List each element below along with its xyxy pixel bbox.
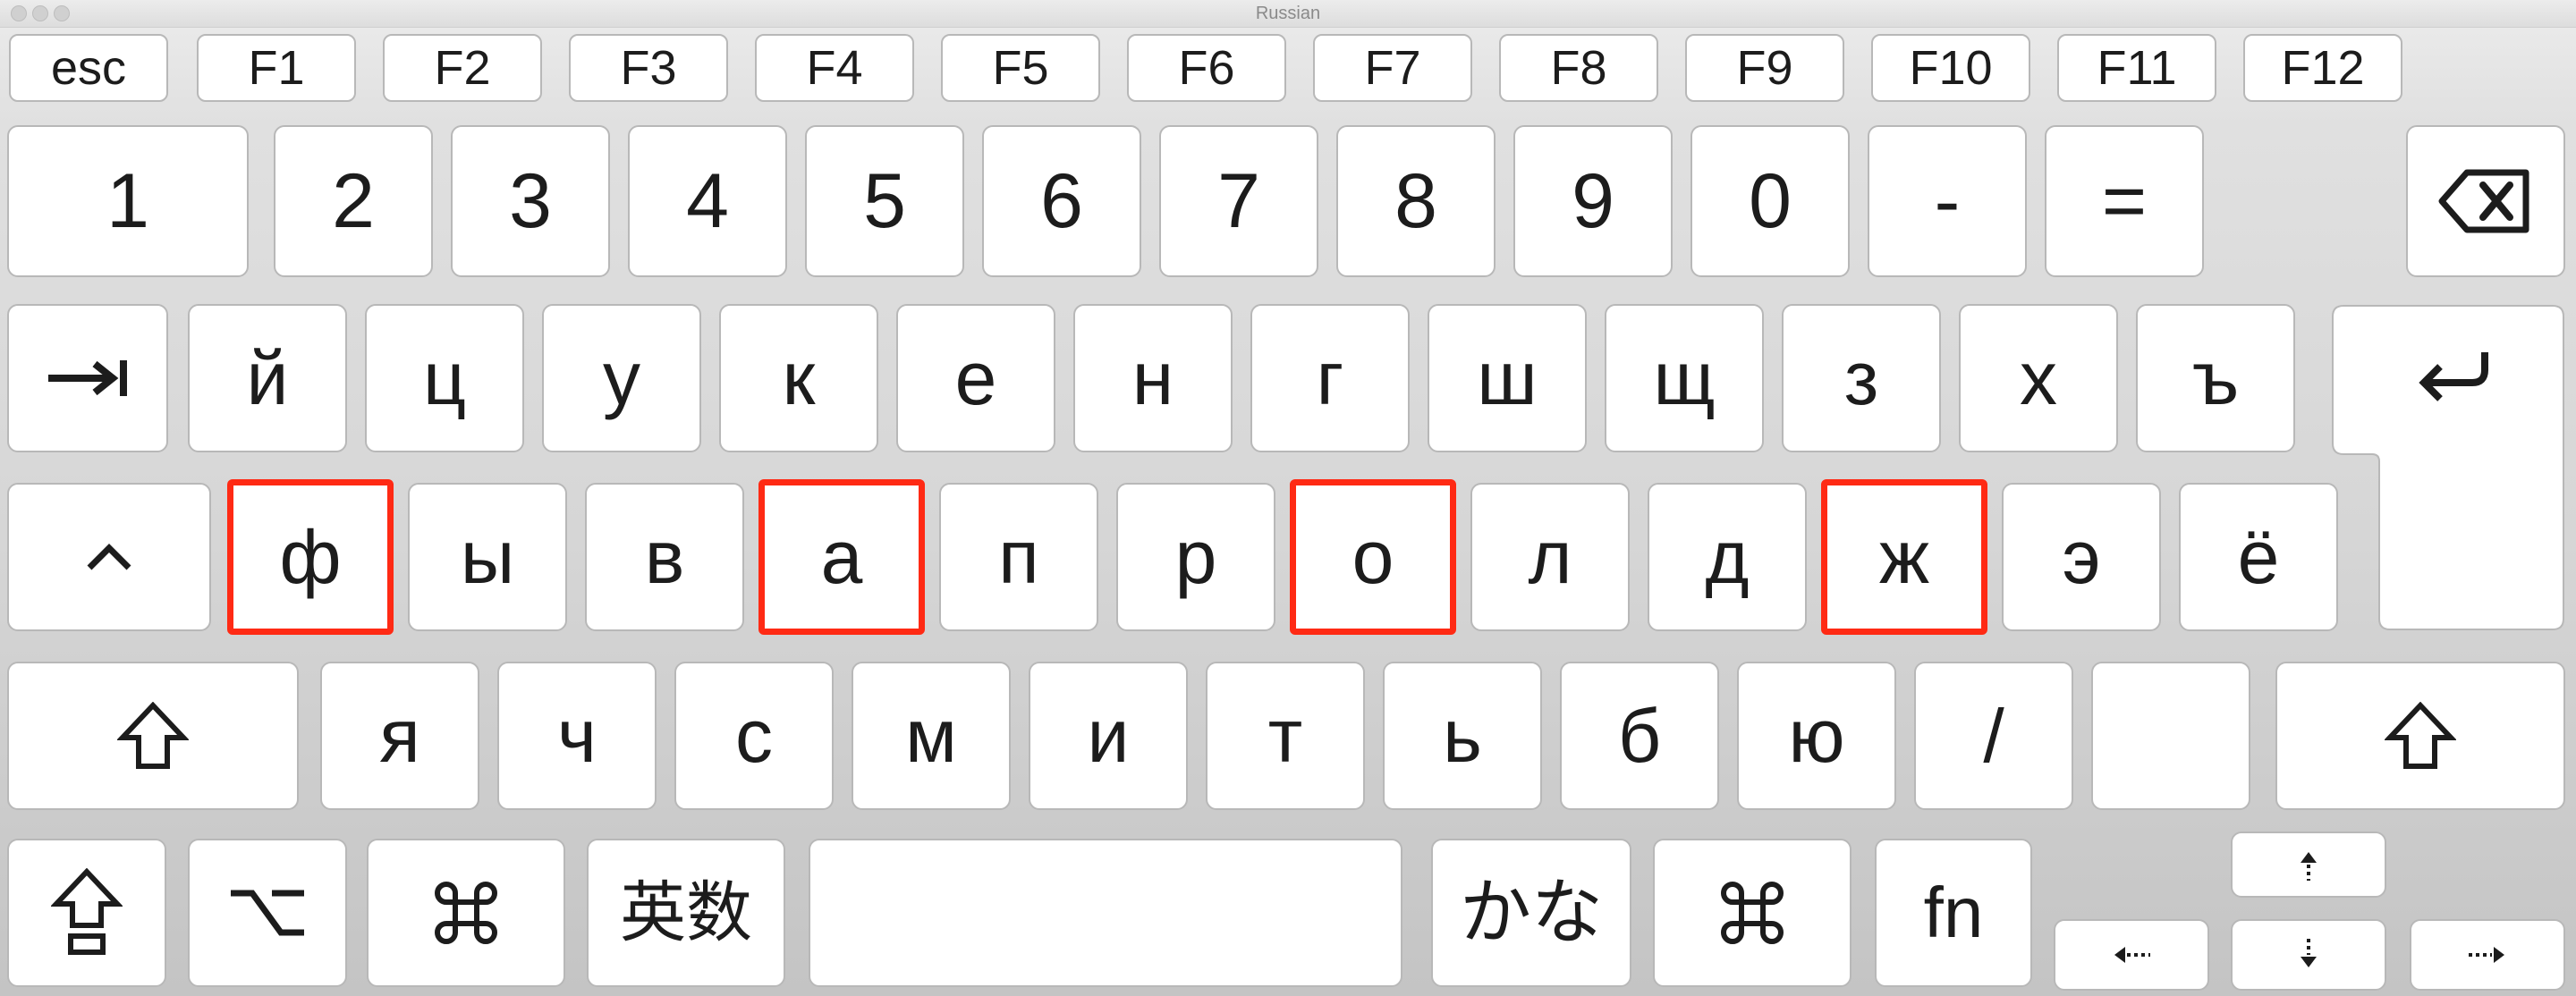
command-left-key[interactable] [367,839,565,987]
letter-key[interactable]: ъ [2136,304,2295,452]
letter-key[interactable]: д [1648,483,1807,631]
shift-icon [117,702,189,769]
number-key[interactable]: 5 [805,125,964,277]
option-key[interactable] [188,839,347,987]
tab-icon [48,360,127,396]
letter-key[interactable]: э [2002,483,2161,631]
number-key[interactable]: 2 [274,125,433,277]
letter-key[interactable]: р [1116,483,1275,631]
letter-key[interactable]: н [1073,304,1233,452]
delete-icon [2438,169,2529,233]
letter-key[interactable]: с [674,662,834,810]
space-key[interactable] [809,839,1402,987]
number-key[interactable]: 3 [451,125,610,277]
control-icon [87,544,131,570]
kana-key[interactable]: かな [1431,839,1631,987]
tab-key[interactable] [7,304,168,452]
control-key[interactable] [7,483,211,631]
letter-key[interactable]: к [719,304,878,452]
function-key-f2[interactable]: F2 [383,34,542,102]
number-key[interactable]: 9 [1513,125,1673,277]
function-key-f9[interactable]: F9 [1685,34,1844,102]
number-key[interactable]: 7 [1159,125,1318,277]
number-key[interactable]: 4 [628,125,787,277]
letter-key[interactable]: ю [1737,662,1896,810]
virtual-keyboard: esc F1 F2 F3 F4 F5 F6 F7 F8 F9 F10 F11 F12 123456789… [0,0,2576,996]
highlighted-letter-key[interactable]: а [758,479,925,635]
caps-lock-key[interactable] [7,839,166,987]
shift-icon [2385,702,2456,769]
letter-key[interactable]: в [585,483,744,631]
shift-left-key[interactable] [7,662,299,810]
function-key-f6[interactable]: F6 [1127,34,1286,102]
arrow-right-icon [2469,947,2504,963]
function-key-f7[interactable]: F7 [1313,34,1472,102]
number-key[interactable]: 1 [7,125,249,277]
function-key-esc[interactable]: esc [9,34,168,102]
arrow-right-key[interactable] [2410,919,2565,991]
number-key[interactable]: 6 [982,125,1141,277]
letter-key[interactable]: ц [365,304,524,452]
number-key[interactable]: 0 [1690,125,1850,277]
highlighted-letter-key[interactable]: ж [1821,479,1987,635]
letter-key[interactable]: ь [1383,662,1542,810]
letter-key[interactable]: у [542,304,701,452]
function-key-f1[interactable]: F1 [197,34,356,102]
blank-key[interactable] [2091,662,2250,810]
letter-key[interactable]: ы [408,483,567,631]
eisu-key[interactable]: 英数 [587,839,785,987]
highlighted-letter-key[interactable]: о [1290,479,1456,635]
letter-key[interactable]: м [852,662,1011,810]
arrow-up-icon [2301,852,2317,881]
return-icon [2419,352,2488,401]
number-key[interactable]: - [1868,125,2027,277]
arrow-left-icon [2114,947,2150,963]
function-key-f11[interactable]: F11 [2057,34,2216,102]
caps-lock-icon [51,868,123,955]
return-key[interactable] [2331,304,2565,631]
letter-key[interactable]: и [1029,662,1188,810]
function-key-f5[interactable]: F5 [941,34,1100,102]
letter-key[interactable]: т [1206,662,1365,810]
letter-key[interactable]: б [1560,662,1719,810]
function-key-f4[interactable]: F4 [755,34,914,102]
letter-key[interactable]: е [896,304,1055,452]
letter-key[interactable]: ш [1428,304,1587,452]
letter-key[interactable]: й [188,304,347,452]
arrow-down-key[interactable] [2231,919,2386,991]
arrow-down-icon [2301,939,2317,967]
letter-key[interactable]: / [1914,662,2073,810]
letter-key[interactable]: з [1782,304,1941,452]
number-key[interactable]: 8 [1336,125,1496,277]
letter-key[interactable]: л [1470,483,1630,631]
letter-key[interactable]: г [1250,304,1410,452]
letter-key[interactable]: ё [2179,483,2338,631]
letter-key[interactable]: щ [1605,304,1764,452]
command-right-key[interactable] [1653,839,1852,987]
letter-key[interactable]: х [1959,304,2118,452]
fn-key[interactable]: fn [1875,839,2032,987]
option-icon [231,890,304,936]
highlighted-letter-key[interactable]: ф [227,479,394,635]
function-key-f10[interactable]: F10 [1871,34,2030,102]
arrow-up-key[interactable] [2231,831,2386,898]
command-icon [1721,882,1784,944]
letter-key[interactable]: ч [497,662,657,810]
delete-key[interactable] [2406,125,2565,277]
function-key-f8[interactable]: F8 [1499,34,1658,102]
number-key[interactable]: = [2045,125,2204,277]
arrow-left-key[interactable] [2054,919,2209,991]
letter-key[interactable]: я [320,662,479,810]
command-icon [435,882,497,944]
shift-right-key[interactable] [2275,662,2565,810]
function-key-f12[interactable]: F12 [2243,34,2402,102]
function-key-f3[interactable]: F3 [569,34,728,102]
letter-key[interactable]: п [939,483,1098,631]
